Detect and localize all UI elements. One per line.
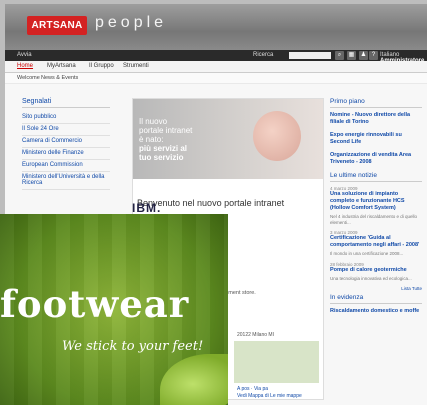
subnav-welcome[interactable]: Welcome <box>17 75 40 81</box>
news-link[interactable]: Pompe di calore geotermiche <box>330 267 422 274</box>
baby-photo <box>253 111 301 161</box>
sidebar-title: Segnalati <box>22 98 110 108</box>
main-nav: Home MyArtsana Il Gruppo Strumenti <box>5 61 427 73</box>
tab-strumenti[interactable]: Strumenti <box>123 63 149 69</box>
sidebar-item[interactable]: Ministero dell'Università e della Ricerc… <box>22 172 110 190</box>
portal-header: ARTSANA people <box>5 4 427 50</box>
search-label: Ricerca <box>253 52 274 58</box>
news-text: Il mondo in una certificazione 2008... <box>330 251 404 256</box>
footwear-tagline: We stick to your feet! <box>62 339 204 354</box>
right-column: Primo piano Nomine - Nuovo direttore del… <box>330 98 422 321</box>
primo-piano-title: Primo piano <box>330 98 422 108</box>
primo-piano-link[interactable]: Expo energie rinnovabili su Second Life <box>330 132 422 146</box>
primo-piano-link[interactable]: Organizzazione di vendita Area Triveneto… <box>330 152 422 166</box>
app-name: people <box>95 14 168 31</box>
tab-home[interactable]: Home <box>17 63 33 69</box>
sub-nav: Welcome News & Events <box>5 73 427 83</box>
news-link[interactable]: Certificazione 'Guida al comportamento n… <box>330 235 422 249</box>
sidebar: Segnalati Sito pubblico Il Sole 24 Ore C… <box>22 98 110 190</box>
map-link[interactable]: A pos · Via pa <box>237 386 317 392</box>
evidence-title: In evidenza <box>330 294 422 304</box>
ibm-logo: IBM. <box>132 201 162 215</box>
news-title: Le ultime notizie <box>330 172 422 182</box>
sidebar-item[interactable]: Camera di Commercio <box>22 136 110 148</box>
help-icon[interactable]: ? <box>369 51 378 60</box>
news-text: Una tecnologia innovativa ed ecologica..… <box>330 275 412 281</box>
banner-caption: Il nuovo portale intranet è nato: più se… <box>139 117 193 162</box>
tab-il-gruppo[interactable]: Il Gruppo <box>89 63 114 69</box>
map-widget[interactable] <box>234 341 319 383</box>
top-bar: Avvia Ricerca ⌕ ▦ ♟ ? Italiano Amministr… <box>5 50 427 64</box>
evidence-link[interactable]: Riscaldamento domestico e moffe <box>330 308 422 315</box>
sidebar-item[interactable]: Sito pubblico <box>22 112 110 124</box>
banner-line1: Il nuovo portale intranet è nato: <box>139 117 193 144</box>
user-icon[interactable]: ♟ <box>359 51 368 60</box>
search-icon[interactable]: ⌕ <box>335 51 344 60</box>
search-input[interactable] <box>289 52 331 59</box>
tab-myartsana[interactable]: MyArtsana <box>47 63 76 69</box>
banner-line2: più servizi al tuo servizio <box>139 144 188 162</box>
footwear-logo: footwear <box>0 282 190 326</box>
banner-image[interactable]: Il nuovo portale intranet è nato: più se… <box>133 99 323 179</box>
more-link[interactable]: Lista Tutte <box>330 286 422 291</box>
map-link[interactable]: Vedi Mappa di Le mie mappe <box>237 393 317 399</box>
map-address: 20122 Milano MI <box>237 332 274 338</box>
news-link[interactable]: Una soluzione di impianto completo e fun… <box>330 191 422 212</box>
subnav-news[interactable]: News & Events <box>41 75 78 81</box>
news-text: Nel 4 industria del riscaldamento e di q… <box>330 214 418 225</box>
top-bar-left[interactable]: Avvia <box>17 52 32 58</box>
footwear-overlay-image: footwear We stick to your feet! <box>0 214 228 405</box>
sidebar-item[interactable]: European Commission <box>22 160 110 172</box>
grid-icon[interactable]: ▦ <box>347 51 356 60</box>
sidebar-item[interactable]: Ministero delle Finanze <box>22 148 110 160</box>
primo-piano-link[interactable]: Nomine - Nuovo direttore della filiale d… <box>330 112 422 126</box>
sidebar-item[interactable]: Il Sole 24 Ore <box>22 124 110 136</box>
artsana-logo[interactable]: ARTSANA <box>27 16 87 35</box>
